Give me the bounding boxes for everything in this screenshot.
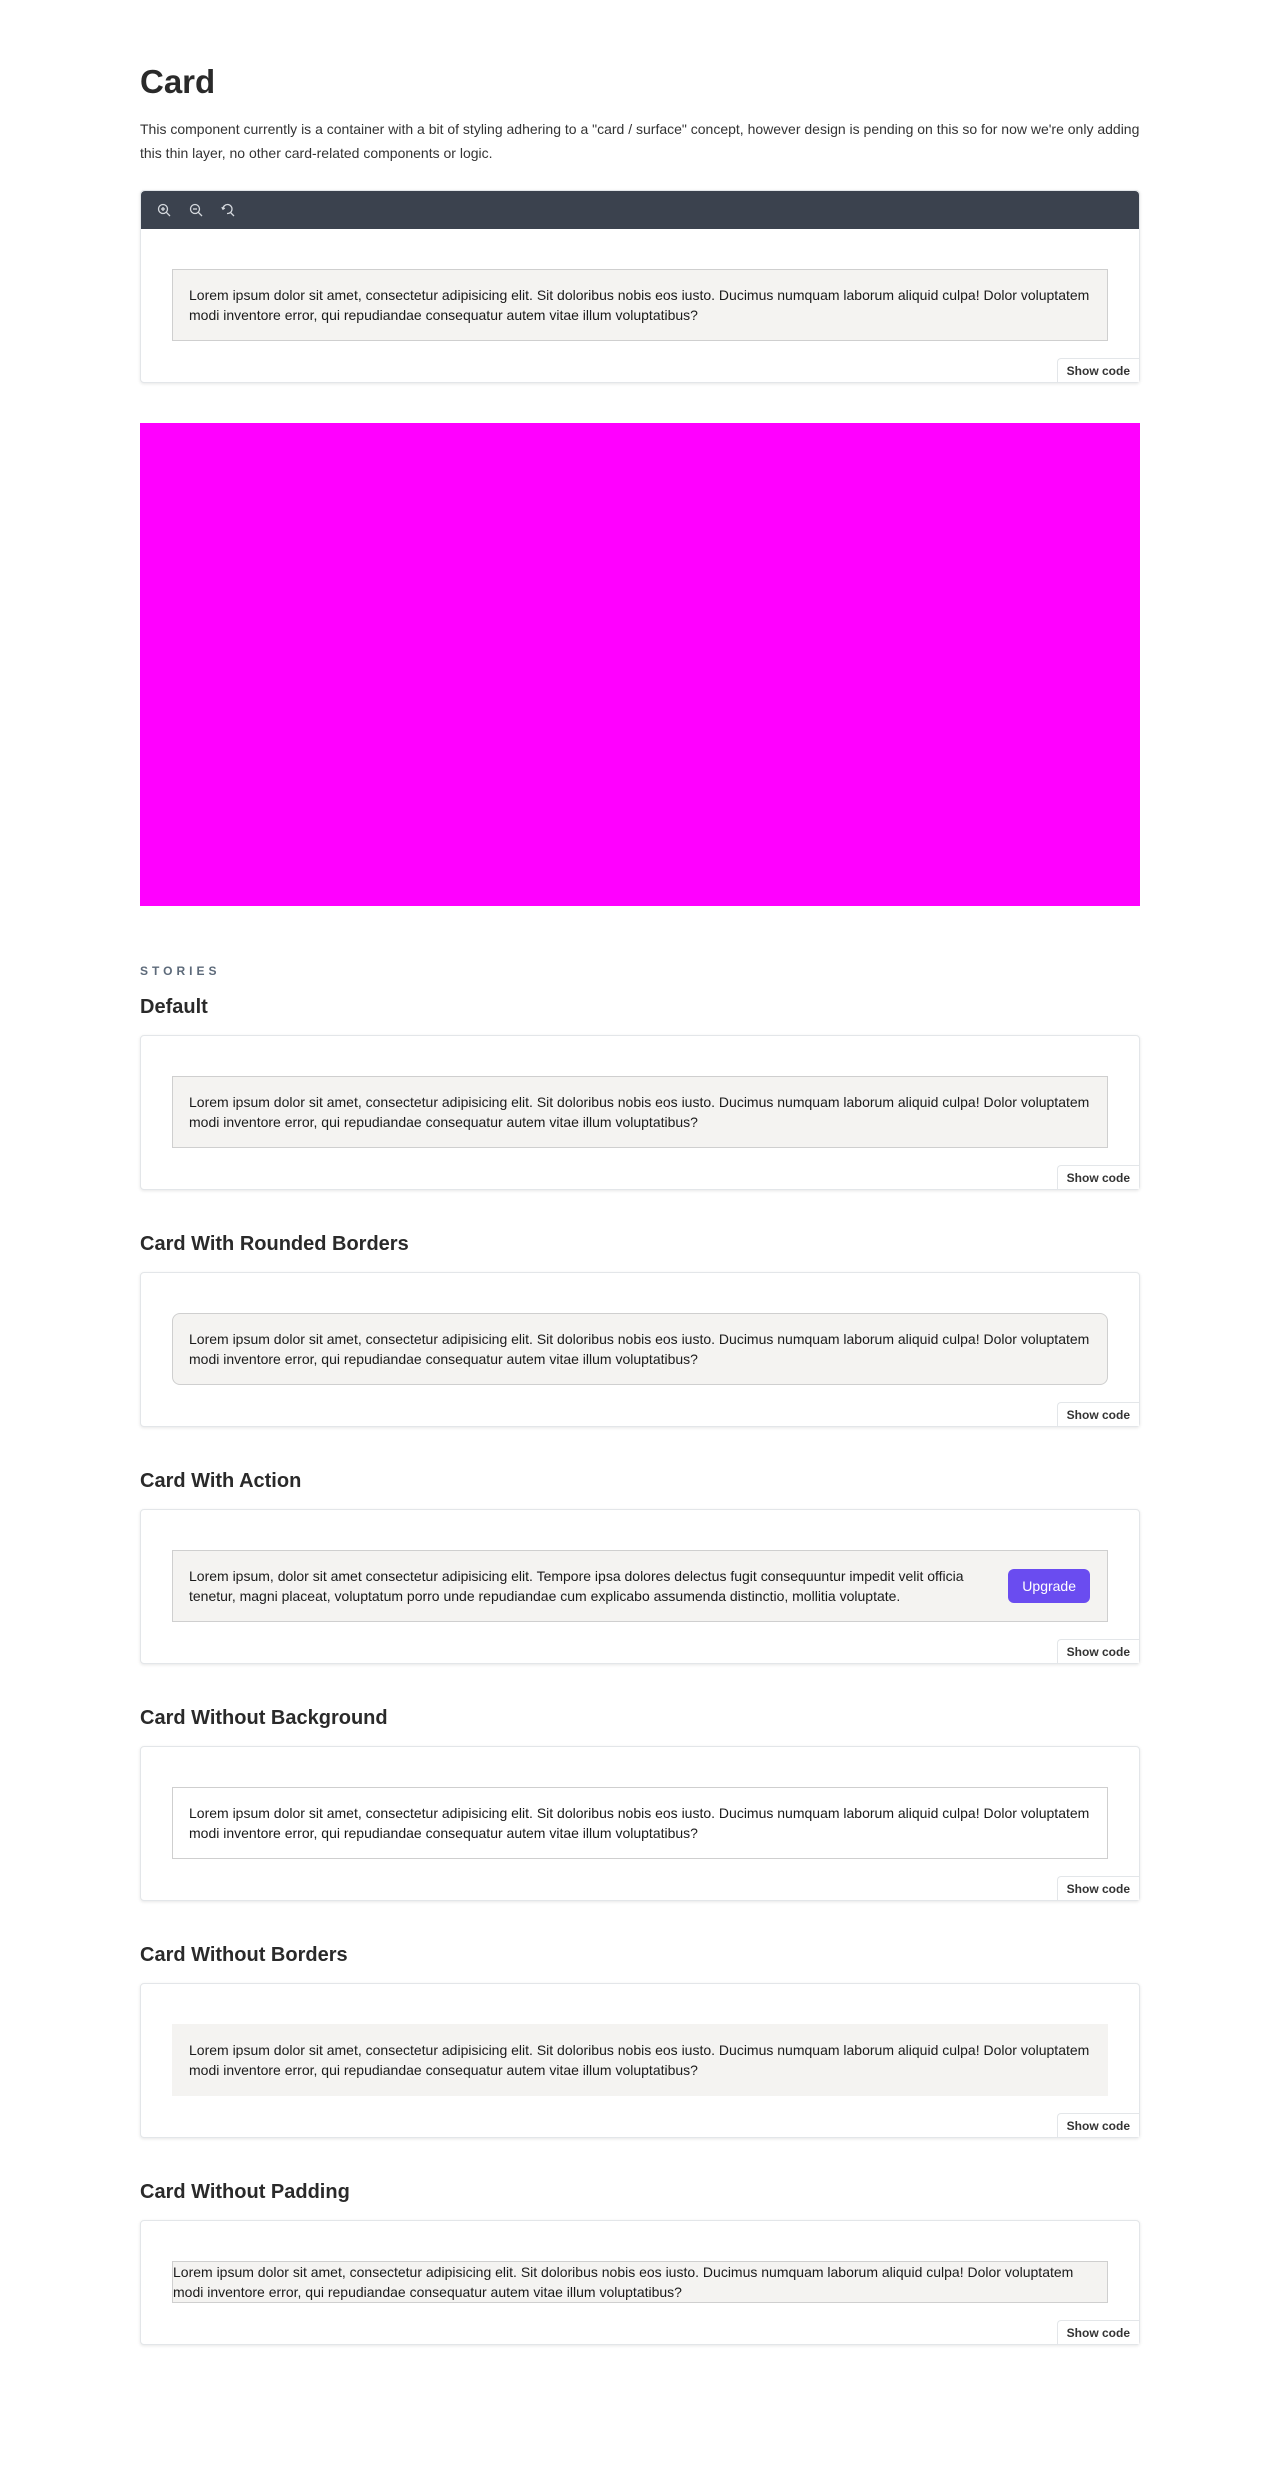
card-with-action: Lorem ipsum, dolor sit amet consectetur … bbox=[172, 1550, 1108, 1622]
show-code-button[interactable]: Show code bbox=[1056, 358, 1139, 382]
card-text: Lorem ipsum dolor sit amet, consectetur … bbox=[189, 287, 1090, 323]
story-title: Card Without Borders bbox=[140, 1944, 348, 1966]
zoom-in-icon[interactable] bbox=[153, 200, 174, 221]
story-title: Default bbox=[140, 996, 208, 1018]
canvas-toolbar bbox=[141, 191, 1139, 229]
card: Lorem ipsum dolor sit amet, consectetur … bbox=[172, 1076, 1108, 1148]
primary-story-area: Lorem ipsum dolor sit amet, consectetur … bbox=[141, 229, 1139, 382]
card-text: Lorem ipsum dolor sit amet, consectetur … bbox=[189, 1331, 1090, 1367]
card-text: Lorem ipsum dolor sit amet, consectetur … bbox=[189, 2042, 1090, 2078]
story-without-padding: Card Without Padding Lorem ipsum dolor s… bbox=[140, 2178, 1140, 2345]
story-canvas: Lorem ipsum dolor sit amet, consectetur … bbox=[140, 1983, 1140, 2138]
story-canvas: Lorem ipsum, dolor sit amet consectetur … bbox=[140, 1509, 1140, 1664]
story-area: Lorem ipsum, dolor sit amet consectetur … bbox=[141, 1510, 1139, 1663]
show-code-button[interactable]: Show code bbox=[1056, 1639, 1139, 1663]
story-area: Lorem ipsum dolor sit amet, consectetur … bbox=[141, 1984, 1139, 2137]
card-without-borders: Lorem ipsum dolor sit amet, consectetur … bbox=[172, 2024, 1108, 2096]
show-code-button[interactable]: Show code bbox=[1056, 2113, 1139, 2137]
upgrade-button[interactable]: Upgrade bbox=[1008, 1569, 1090, 1603]
story-title: Card With Action bbox=[140, 1470, 302, 1492]
story-without-background: Card Without Background Lorem ipsum dolo… bbox=[140, 1704, 1140, 1901]
page-description: This component currently is a container … bbox=[140, 121, 1140, 161]
docs-page: Card This component currently is a conta… bbox=[140, 0, 1140, 2402]
story-area: Lorem ipsum dolor sit amet, consectetur … bbox=[141, 1747, 1139, 1900]
page-title: Card bbox=[140, 63, 216, 100]
stories-heading: STORIES bbox=[140, 964, 221, 978]
card-text: Lorem ipsum, dolor sit amet consectetur … bbox=[189, 1568, 964, 1604]
card-rounded: Lorem ipsum dolor sit amet, consectetur … bbox=[172, 1313, 1108, 1385]
story-rounded-borders: Card With Rounded Borders Lorem ipsum do… bbox=[140, 1230, 1140, 1427]
primary-canvas: Lorem ipsum dolor sit amet, consectetur … bbox=[140, 190, 1140, 383]
story-title: Card With Rounded Borders bbox=[140, 1233, 409, 1255]
card-text: Lorem ipsum dolor sit amet, consectetur … bbox=[189, 1805, 1090, 1841]
story-area: Lorem ipsum dolor sit amet, consectetur … bbox=[141, 1273, 1139, 1426]
card-text: Lorem ipsum dolor sit amet, consectetur … bbox=[173, 2264, 1074, 2300]
story-title: Card Without Background bbox=[140, 1707, 388, 1729]
story-canvas: Lorem ipsum dolor sit amet, consectetur … bbox=[140, 1035, 1140, 1190]
story-canvas: Lorem ipsum dolor sit amet, consectetur … bbox=[140, 1272, 1140, 1427]
story-area: Lorem ipsum dolor sit amet, consectetur … bbox=[141, 1036, 1139, 1189]
card: Lorem ipsum dolor sit amet, consectetur … bbox=[172, 269, 1108, 341]
zoom-out-icon[interactable] bbox=[185, 200, 206, 221]
show-code-button[interactable]: Show code bbox=[1056, 2320, 1139, 2344]
story-default: Default Lorem ipsum dolor sit amet, cons… bbox=[140, 993, 1140, 1190]
story-with-action: Card With Action Lorem ipsum, dolor sit … bbox=[140, 1467, 1140, 1664]
story-canvas: Lorem ipsum dolor sit amet, consectetur … bbox=[140, 1746, 1140, 1901]
card-text: Lorem ipsum dolor sit amet, consectetur … bbox=[189, 1094, 1090, 1130]
card-without-background: Lorem ipsum dolor sit amet, consectetur … bbox=[172, 1787, 1108, 1859]
show-code-button[interactable]: Show code bbox=[1056, 1402, 1139, 1426]
story-without-borders: Card Without Borders Lorem ipsum dolor s… bbox=[140, 1941, 1140, 2138]
show-code-button[interactable]: Show code bbox=[1056, 1876, 1139, 1900]
show-code-button[interactable]: Show code bbox=[1056, 1165, 1139, 1189]
story-canvas: Lorem ipsum dolor sit amet, consectetur … bbox=[140, 2220, 1140, 2345]
story-area: Lorem ipsum dolor sit amet, consectetur … bbox=[141, 2221, 1139, 2344]
card-without-padding: Lorem ipsum dolor sit amet, consectetur … bbox=[172, 2261, 1108, 2303]
story-title: Card Without Padding bbox=[140, 2181, 350, 2203]
placeholder-block bbox=[140, 423, 1140, 906]
reset-zoom-icon[interactable] bbox=[217, 200, 238, 221]
